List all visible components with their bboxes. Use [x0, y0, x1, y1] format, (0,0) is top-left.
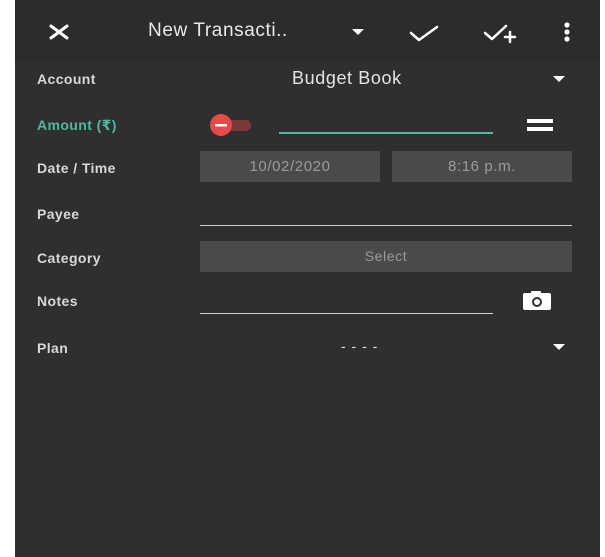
notes-label: Notes [37, 293, 78, 309]
close-icon[interactable] [45, 18, 73, 46]
calculator-equals-icon[interactable] [525, 115, 555, 135]
toolbar: New Transacti.. [15, 0, 600, 62]
payee-field[interactable] [200, 225, 572, 226]
more-vert-icon[interactable] [562, 18, 572, 46]
sign-toggle[interactable] [201, 114, 261, 136]
plan-select[interactable]: - - - - [341, 338, 378, 354]
check-plus-icon[interactable] [482, 18, 518, 46]
account-select[interactable]: Budget Book [292, 68, 402, 89]
chevron-down-icon[interactable] [552, 74, 566, 84]
date-field[interactable]: 10/02/2020 [200, 151, 380, 182]
notes-field[interactable] [200, 313, 493, 314]
check-icon[interactable] [408, 22, 440, 44]
payee-label: Payee [37, 206, 80, 222]
category-select[interactable]: Select [200, 241, 572, 272]
chevron-down-icon[interactable] [351, 26, 365, 38]
category-label: Category [37, 250, 101, 266]
amount-label: Amount (₹) [37, 117, 117, 133]
page-title[interactable]: New Transacti.. [148, 20, 288, 42]
plan-label: Plan [37, 340, 69, 356]
transaction-screen: New Transacti.. Account Budget Book Amou… [15, 0, 600, 557]
camera-icon[interactable] [519, 290, 555, 312]
amount-field[interactable] [279, 132, 493, 134]
datetime-label: Date / Time [37, 160, 116, 176]
chevron-down-icon[interactable] [552, 342, 566, 352]
account-label: Account [37, 71, 96, 87]
time-field[interactable]: 8:16 p.m. [392, 151, 572, 182]
